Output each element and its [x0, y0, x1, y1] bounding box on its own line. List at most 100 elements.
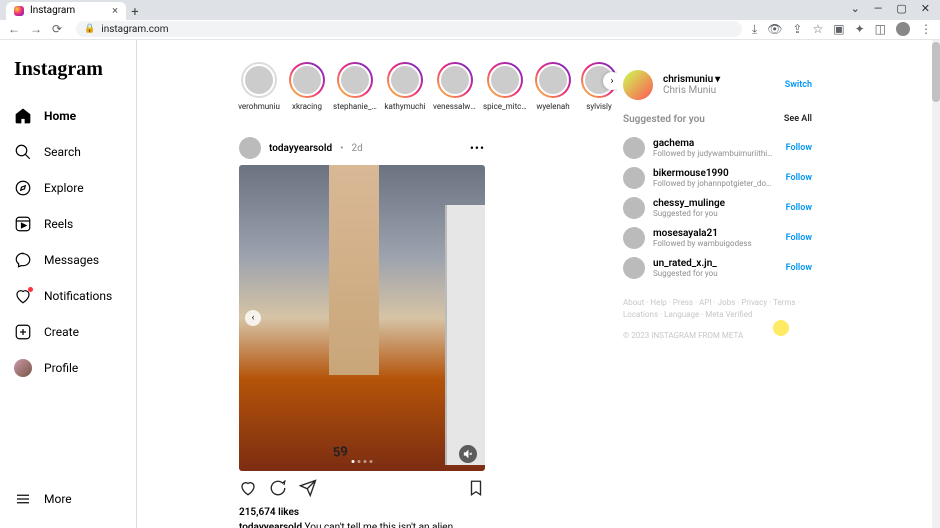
- back-button[interactable]: ←: [8, 22, 20, 36]
- follow-button[interactable]: Follow: [786, 173, 812, 183]
- suggested-avatar[interactable]: [623, 197, 645, 219]
- nav-create[interactable]: Create: [10, 315, 126, 349]
- current-user-avatar[interactable]: [623, 70, 653, 100]
- media-prev-button[interactable]: ‹: [245, 310, 261, 326]
- window-close-icon[interactable]: ✕: [921, 2, 930, 15]
- nav-reels[interactable]: Reels: [10, 207, 126, 241]
- nav-search[interactable]: Search: [10, 135, 126, 169]
- suggested-username[interactable]: gachema: [653, 138, 773, 149]
- post-author-avatar[interactable]: [239, 137, 261, 159]
- time-separator: •: [340, 143, 343, 154]
- eye-off-icon[interactable]: 👁: [767, 22, 782, 36]
- footer-link[interactable]: Press: [673, 298, 699, 307]
- story-item[interactable]: spice_mitchy: [485, 62, 525, 111]
- footer-link[interactable]: Jobs: [718, 298, 742, 307]
- search-icon: [14, 143, 32, 161]
- extensions-icon[interactable]: ✦: [855, 22, 865, 36]
- lock-icon: 🔒: [84, 24, 95, 34]
- footer-link[interactable]: Language: [664, 310, 705, 319]
- nav-messages[interactable]: Messages: [10, 243, 126, 277]
- home-icon: [14, 107, 32, 125]
- current-user-displayname: Chris Muniu: [663, 85, 720, 96]
- suggested-avatar[interactable]: [623, 227, 645, 249]
- suggested-username[interactable]: bikermouse1990: [653, 168, 773, 179]
- save-button[interactable]: [467, 479, 485, 501]
- reload-button[interactable]: ⟳: [52, 22, 62, 36]
- story-item[interactable]: venessalwila: [435, 62, 475, 111]
- stories-next-button[interactable]: ›: [603, 72, 617, 90]
- caption-username[interactable]: todayyearsold: [239, 522, 302, 528]
- nav-more[interactable]: More: [10, 482, 126, 516]
- browser-tab[interactable]: Instagram ×: [6, 2, 126, 20]
- story-item[interactable]: xkracing: [289, 62, 325, 111]
- profile-avatar-icon: [14, 359, 32, 377]
- story-avatar-ring: [535, 62, 571, 98]
- story-item[interactable]: stephanie_j...: [335, 62, 375, 111]
- suggested-avatar[interactable]: [623, 167, 645, 189]
- post-more-button[interactable]: •••: [470, 141, 485, 155]
- sidepanel-icon[interactable]: ◫: [875, 22, 886, 36]
- new-tab-button[interactable]: +: [126, 5, 144, 20]
- post-author-username[interactable]: todayyearsold: [269, 143, 332, 154]
- main: verohmuniu xkracing stephanie_j...kathymuc…: [137, 40, 940, 528]
- window-chevron-icon[interactable]: ⌄: [851, 2, 860, 15]
- camera-icon[interactable]: ▣: [833, 22, 844, 36]
- nav-home[interactable]: Home: [10, 99, 126, 133]
- story-avatar-ring: [241, 62, 277, 98]
- current-user-username[interactable]: chrismuniu▾: [663, 74, 720, 85]
- suggested-item: un_rated_x.jn_Suggested for youFollow: [623, 253, 812, 283]
- page-scrollbar[interactable]: [932, 40, 940, 528]
- compass-icon: [14, 179, 32, 197]
- story-item[interactable]: kathymuchi: [385, 62, 425, 111]
- suggested-username[interactable]: mosesayala21: [653, 228, 752, 239]
- stories-tray: verohmuniu xkracing stephanie_j...kathymuc…: [239, 40, 617, 123]
- window-maximize-icon[interactable]: ▢: [896, 2, 906, 15]
- suggested-avatar[interactable]: [623, 257, 645, 279]
- footer-link[interactable]: Terms: [773, 298, 800, 307]
- instagram-logo[interactable]: Instagram: [10, 58, 126, 99]
- follow-button[interactable]: Follow: [786, 233, 812, 243]
- mute-button[interactable]: [459, 445, 477, 463]
- share-icon[interactable]: ⇪: [792, 22, 802, 36]
- footer-link[interactable]: About: [623, 298, 650, 307]
- post-media[interactable]: 59 ‹: [239, 165, 485, 471]
- suggested-avatar[interactable]: [623, 137, 645, 159]
- footer-link[interactable]: API: [699, 298, 718, 307]
- post-likes[interactable]: 215,674 likes: [239, 505, 485, 520]
- scrollbar-thumb[interactable]: [932, 42, 940, 102]
- follow-button[interactable]: Follow: [786, 203, 812, 213]
- cursor-highlight: [773, 320, 789, 336]
- nav-explore[interactable]: Explore: [10, 171, 126, 205]
- window-minimize-icon[interactable]: —: [874, 2, 883, 15]
- address-bar[interactable]: 🔒 instagram.com: [76, 21, 742, 37]
- see-all-link[interactable]: See All: [784, 114, 812, 125]
- footer-link[interactable]: Meta Verified: [705, 310, 752, 319]
- footer-link[interactable]: Help: [650, 298, 672, 307]
- comment-button[interactable]: [269, 479, 287, 501]
- tab-close-icon[interactable]: ×: [112, 4, 118, 17]
- suggested-username[interactable]: un_rated_x.jn_: [653, 258, 718, 269]
- forward-button[interactable]: →: [30, 22, 42, 36]
- footer-link[interactable]: Privacy: [741, 298, 773, 307]
- suggested-title: Suggested for you: [623, 114, 705, 125]
- story-item[interactable]: verohmuniu: [239, 62, 279, 111]
- share-button[interactable]: [299, 479, 317, 501]
- like-button[interactable]: [239, 479, 257, 501]
- switch-account-button[interactable]: Switch: [785, 80, 812, 90]
- follow-button[interactable]: Follow: [786, 143, 812, 153]
- right-column: chrismuniu▾ Chris Muniu Switch Suggested…: [617, 40, 822, 528]
- window-controls: ⌄ — ▢ ✕: [841, 0, 940, 17]
- footer-link[interactable]: Locations: [623, 310, 664, 319]
- story-username: spice_mitchy: [483, 102, 527, 111]
- chevron-down-icon[interactable]: ▾: [715, 74, 720, 85]
- bookmark-star-icon[interactable]: ☆: [812, 22, 823, 36]
- install-icon[interactable]: ⤓: [752, 22, 757, 37]
- nav-profile[interactable]: Profile: [10, 351, 126, 385]
- messenger-icon: [14, 251, 32, 269]
- story-item[interactable]: wyelenah: [535, 62, 571, 111]
- chrome-menu-icon[interactable]: ⋮: [920, 22, 932, 36]
- nav-notifications[interactable]: Notifications: [10, 279, 126, 313]
- chrome-profile-avatar[interactable]: [896, 22, 910, 36]
- follow-button[interactable]: Follow: [786, 263, 812, 273]
- suggested-username[interactable]: chessy_mulinge: [653, 198, 725, 209]
